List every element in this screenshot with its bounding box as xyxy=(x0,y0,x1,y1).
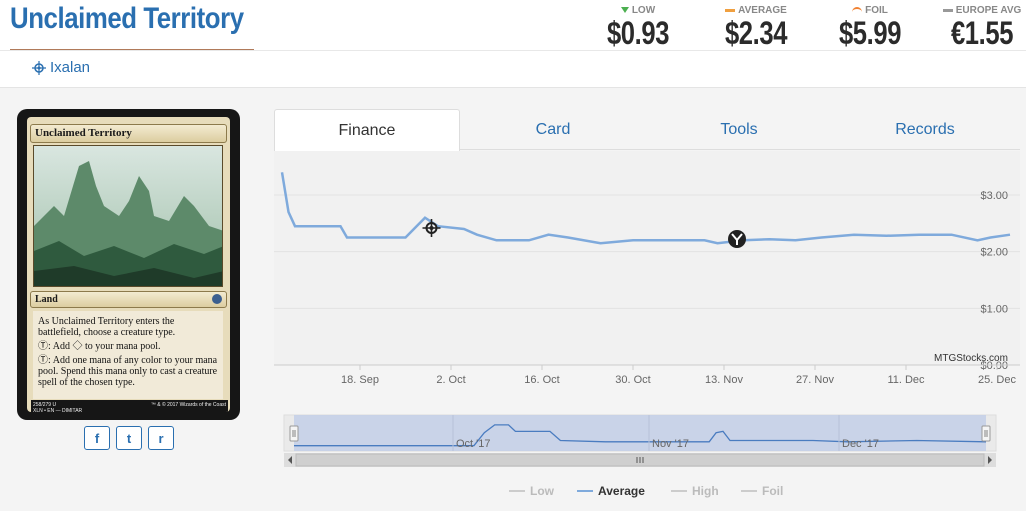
price-chart-svg: $0.00$1.00$2.00$3.0018. Sep 2. Oct 16. Oct… xyxy=(274,151,1020,498)
foil-arc-icon xyxy=(852,7,863,13)
price-low-value: $0.93 xyxy=(606,15,670,51)
price-average: AVERAGE $2.34 xyxy=(716,4,796,51)
navigator-handle[interactable] xyxy=(981,425,991,442)
legend-item-foil[interactable]: Foil xyxy=(762,484,783,498)
ixalan-set-symbol-icon xyxy=(212,294,222,304)
chart-credit: MTGStocks.com xyxy=(934,353,1008,364)
navigator-label: Oct '17 xyxy=(456,438,491,450)
card-collector-info: 258/279 U XLN • EN — DIMITAR xyxy=(33,402,83,412)
tab-records[interactable]: Records xyxy=(832,109,1018,150)
twitter-share-button[interactable]: t xyxy=(116,426,142,450)
x-tick-label: 11. Dec xyxy=(887,374,925,386)
legend-item-average[interactable]: Average xyxy=(598,484,645,498)
x-tick-label: 16. Oct xyxy=(524,374,559,386)
dash-icon xyxy=(942,8,953,12)
navigator-label: Dec '17 xyxy=(842,438,879,450)
x-tick-label: 18. Sep xyxy=(341,374,379,386)
card-type-line: Land xyxy=(30,291,227,308)
twitter-icon: t xyxy=(126,430,132,446)
card-face: Unclaimed Territory Land As Unclaimed Te xyxy=(27,117,230,412)
y-tick-label: $2.00 xyxy=(980,247,1008,259)
card-image: Unclaimed Territory Land As Unclaimed Te xyxy=(17,109,240,420)
rivals-of-ixalan-icon[interactable] xyxy=(728,230,746,248)
price-foil: FOIL $5.99 xyxy=(830,4,910,51)
x-tick-label: 27. Nov xyxy=(796,374,834,386)
card-rule-1: As Unclaimed Territory enters the battle… xyxy=(38,316,176,338)
price-foil-value: $5.99 xyxy=(838,15,902,51)
price-europe-value: €1.55 xyxy=(950,15,1014,51)
x-tick-label: 30. Oct xyxy=(615,374,650,386)
card-artwork xyxy=(33,145,223,287)
reddit-share-button[interactable]: r xyxy=(148,426,174,450)
legend-item-low[interactable]: Low xyxy=(530,484,555,498)
card-rules-text: As Unclaimed Territory enters the battle… xyxy=(33,311,223,399)
tab-card[interactable]: Card xyxy=(460,109,646,150)
price-europe-label: EUROPE AVG xyxy=(955,4,1022,16)
card-copyright: ™ & © 2017 Wizards of the Coast xyxy=(150,402,226,408)
card-name-line: Unclaimed Territory xyxy=(30,124,227,143)
navigator-label: Nov '17 xyxy=(652,438,689,450)
card-rule-3: Ⓣ: Add one mana of any color to your man… xyxy=(38,355,218,388)
price-average-value: $2.34 xyxy=(724,15,788,51)
facebook-icon: f xyxy=(94,430,100,446)
x-tick-label: 2. Oct xyxy=(436,374,465,386)
reddit-icon: r xyxy=(158,430,164,446)
price-chart: $0.00 $1.00 $2.00 $3.00 18. Sep 2. Oct 16. Oct… xyxy=(274,151,1020,511)
facebook-share-button[interactable]: f xyxy=(84,426,110,450)
tab-tools[interactable]: Tools xyxy=(646,109,832,150)
set-name: Ixalan xyxy=(50,59,91,76)
price-low-label: LOW xyxy=(631,4,656,16)
x-tick-label: 25. Dec xyxy=(978,374,1016,386)
x-tick-label: 13. Nov xyxy=(705,374,743,386)
price-foil-label: FOIL xyxy=(865,4,888,16)
card-rule-2: Ⓣ: Add ◇ to your mana pool. xyxy=(38,341,161,352)
ixalan-compass-icon xyxy=(32,60,46,75)
navigator-handle[interactable] xyxy=(289,425,299,442)
down-arrow-icon xyxy=(620,7,629,13)
plot-background xyxy=(274,151,1020,365)
dash-icon xyxy=(725,8,736,12)
y-tick-label: $1.00 xyxy=(980,303,1008,315)
tab-finance[interactable]: Finance xyxy=(274,109,460,151)
tab-bar: Finance Card Tools Records xyxy=(274,109,1020,151)
price-europe: EUROPE AVG €1.55 xyxy=(942,4,1022,50)
header: Unclaimed Territory Ixalan LOW $0.93 AVE… xyxy=(0,0,1026,88)
set-link[interactable]: Ixalan xyxy=(32,59,90,76)
y-tick-label: $3.00 xyxy=(980,190,1008,202)
card-footer: 258/279 U XLN • EN — DIMITAR ™ & © 2017 … xyxy=(31,400,228,412)
legend-item-high[interactable]: High xyxy=(692,484,719,498)
card-type-text: Land xyxy=(35,294,58,305)
page-title: Unclaimed Territory xyxy=(10,2,244,35)
price-average-label: AVERAGE xyxy=(738,4,787,16)
price-low: LOW $0.93 xyxy=(598,4,678,51)
